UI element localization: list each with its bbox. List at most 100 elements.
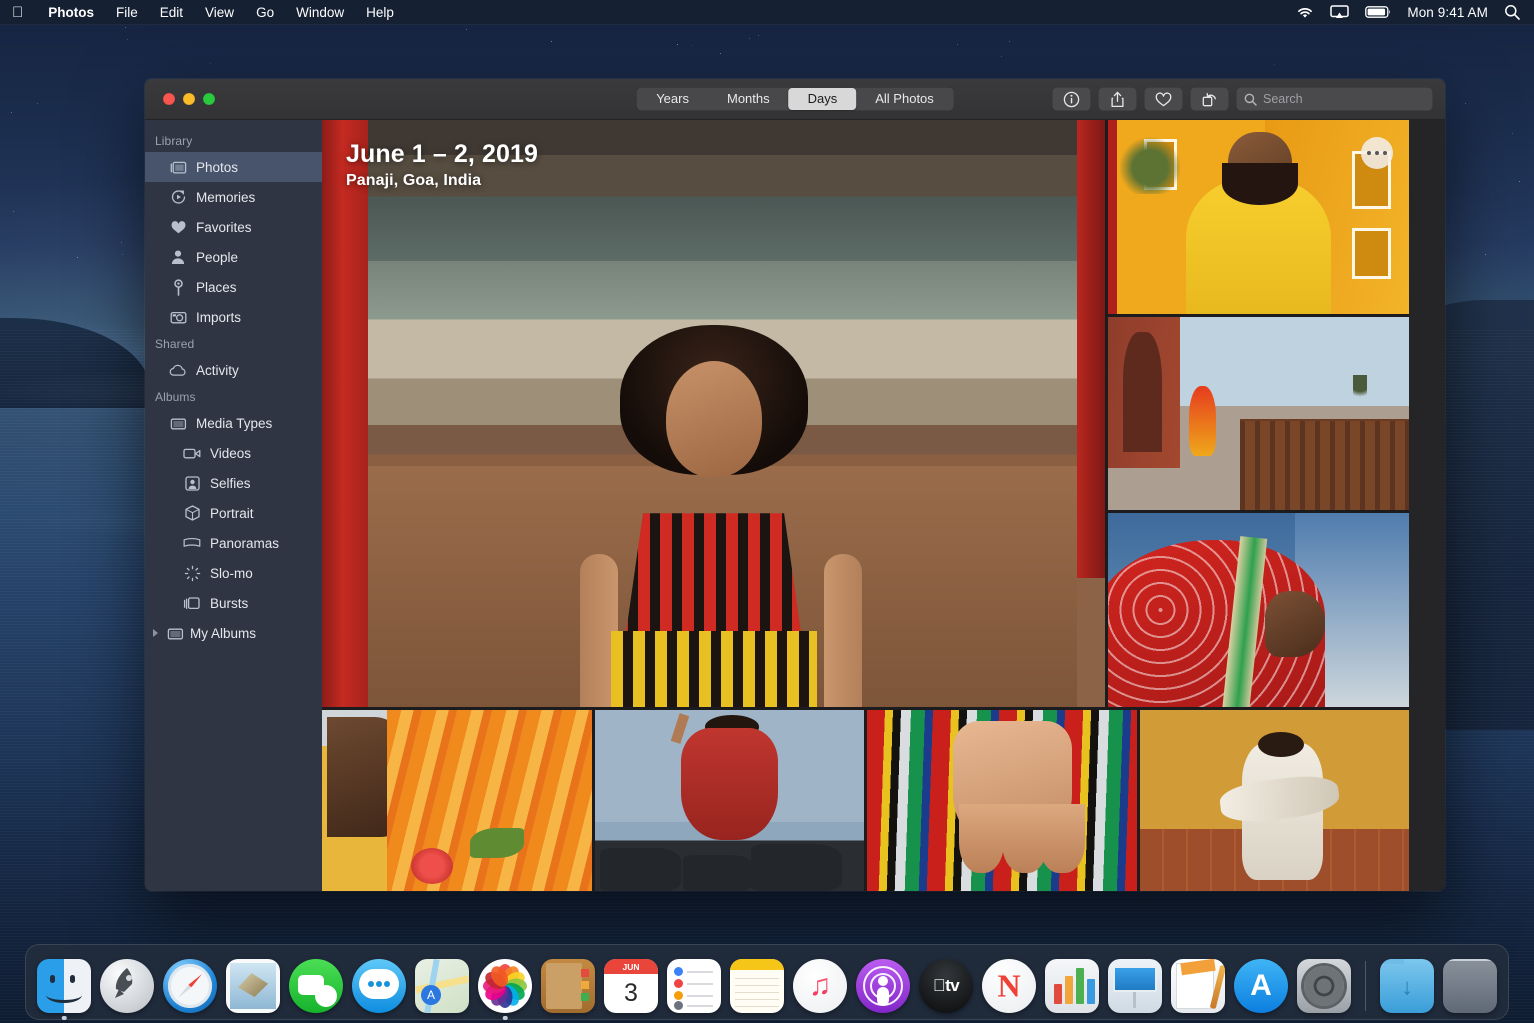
photo-woman-red-veil-blue-wall[interactable] [1108,513,1409,707]
dock-item-messages[interactable] [352,959,406,1013]
dock-item-system-preferences[interactable] [1297,959,1351,1013]
sidebar-item-memories[interactable]: Memories [145,182,322,212]
sidebar-section-header-albums: Albums [145,385,322,408]
airplay-icon[interactable] [1330,5,1349,19]
disclosure-triangle-icon[interactable] [153,629,158,637]
sidebar-item-my-albums[interactable]: My Albums [145,618,322,648]
dock-item-app-store[interactable]: A [1234,959,1288,1013]
numbers-icon [1045,959,1099,1013]
menu-item-go[interactable]: Go [245,0,285,25]
sidebar-item-favorites[interactable]: Favorites [145,212,322,242]
view-tab-months[interactable]: Months [708,88,789,110]
dock-item-music[interactable]: ♫ [793,959,847,1013]
view-tab-years[interactable]: Years [637,88,708,110]
wifi-icon[interactable] [1296,6,1314,19]
menu-item-file[interactable]: File [105,0,149,25]
sidebar-item-slo-mo[interactable]: Slo-mo [145,558,322,588]
menu-item-edit[interactable]: Edit [149,0,194,25]
portrait-cube-icon [183,504,201,522]
sidebar-item-label: Portrait [210,506,254,521]
menu-item-photos[interactable]: Photos [37,0,105,25]
photo-woman-red-sari-monument[interactable] [1108,317,1409,511]
sidebar-item-videos[interactable]: Videos [145,438,322,468]
apple-logo-icon[interactable]:  [12,5,23,20]
map-pin-icon [169,278,187,296]
sidebar-item-label: Places [196,280,237,295]
photo-girl-red-dress-rocks[interactable] [595,710,865,891]
menu-item-view[interactable]: View [194,0,245,25]
dock-item-tv[interactable]: tv [919,959,973,1013]
rotate-button[interactable] [1190,87,1229,111]
dock-item-keynote[interactable] [1108,959,1162,1013]
photo-woman-orange-sari[interactable] [322,710,592,891]
minimize-window-button[interactable] [183,93,195,105]
imports-camera-icon [169,308,187,326]
dock-item-notes[interactable] [730,959,784,1013]
sidebar-item-places[interactable]: Places [145,272,322,302]
photo-woman-white-sari-ochre-wall[interactable] [1140,710,1410,891]
dock-item-mail[interactable] [226,959,280,1013]
folder-icon [166,624,184,642]
dock-item-reminders[interactable] [667,959,721,1013]
battery-icon[interactable] [1365,6,1391,18]
more-options-button[interactable] [1361,137,1393,169]
sidebar-item-photos[interactable]: Photos [145,152,322,182]
spotlight-search-icon[interactable] [1504,4,1520,20]
menu-item-window[interactable]: Window [285,0,355,25]
traffic-light-controls [145,93,215,105]
sidebar-item-panoramas[interactable]: Panoramas [145,528,322,558]
dock-item-photos[interactable] [478,959,532,1013]
dock-item-downloads[interactable]: ↓ [1380,959,1434,1013]
sidebar-item-people[interactable]: People [145,242,322,272]
rotate-icon [1201,91,1218,108]
photo-hand-striped-fabric[interactable] [867,710,1137,891]
share-icon [1110,91,1125,108]
dock-item-facetime[interactable] [289,959,343,1013]
dock-item-calendar[interactable]: JUN3 [604,959,658,1013]
maps-icon: A [415,959,469,1013]
sidebar-item-bursts[interactable]: Bursts [145,588,322,618]
dock-item-maps[interactable]: A [415,959,469,1013]
info-button[interactable] [1052,87,1091,111]
share-button[interactable] [1098,87,1137,111]
dock-running-indicator [62,1016,67,1021]
favorite-button[interactable] [1144,87,1183,111]
sidebar-item-label: People [196,250,238,265]
heart-icon [169,218,187,236]
sidebar-item-label: Imports [196,310,241,325]
close-window-button[interactable] [163,93,175,105]
vertical-scrollbar[interactable] [1409,120,1445,891]
cloud-icon [169,361,187,379]
sidebar-item-activity[interactable]: Activity [145,355,322,385]
dock-item-trash[interactable] [1443,959,1497,1013]
photo-grid-content: June 1 – 2, 2019 Panaji, Goa, India [322,120,1445,891]
window-body: LibraryPhotosMemoriesFavoritesPeoplePlac… [145,120,1445,891]
contacts-icon [541,959,595,1013]
dock-item-podcasts[interactable] [856,959,910,1013]
dock: A JUN3 ♫ tvN A ↓ [25,944,1509,1020]
menu-bar-items: PhotosFileEditViewGoWindowHelp [37,0,405,25]
zoom-window-button[interactable] [203,93,215,105]
sidebar-item-selfies[interactable]: Selfies [145,468,322,498]
view-tab-all-photos[interactable]: All Photos [856,88,953,110]
dock-item-finder[interactable] [37,959,91,1013]
dock-item-news[interactable]: N [982,959,1036,1013]
search-field[interactable]: Search [1236,87,1433,111]
dock-item-safari[interactable] [163,959,217,1013]
dock-item-pages[interactable] [1171,959,1225,1013]
sidebar-item-media-types[interactable]: Media Types [145,408,322,438]
reminders-icon [667,959,721,1013]
sidebar-item-imports[interactable]: Imports [145,302,322,332]
sidebar-item-portrait[interactable]: Portrait [145,498,322,528]
menu-item-help[interactable]: Help [355,0,405,25]
music-icon: ♫ [793,959,847,1013]
hero-photo-woman-striped-dress[interactable] [322,120,1105,707]
sidebar-item-label: Favorites [196,220,252,235]
dock-item-contacts[interactable] [541,959,595,1013]
search-placeholder: Search [1263,92,1303,106]
dock-item-launchpad[interactable] [100,959,154,1013]
dock-item-numbers[interactable] [1045,959,1099,1013]
photo-man-yellow-kurta[interactable] [1108,120,1409,314]
view-tab-days[interactable]: Days [789,88,857,110]
info-icon [1063,91,1080,108]
